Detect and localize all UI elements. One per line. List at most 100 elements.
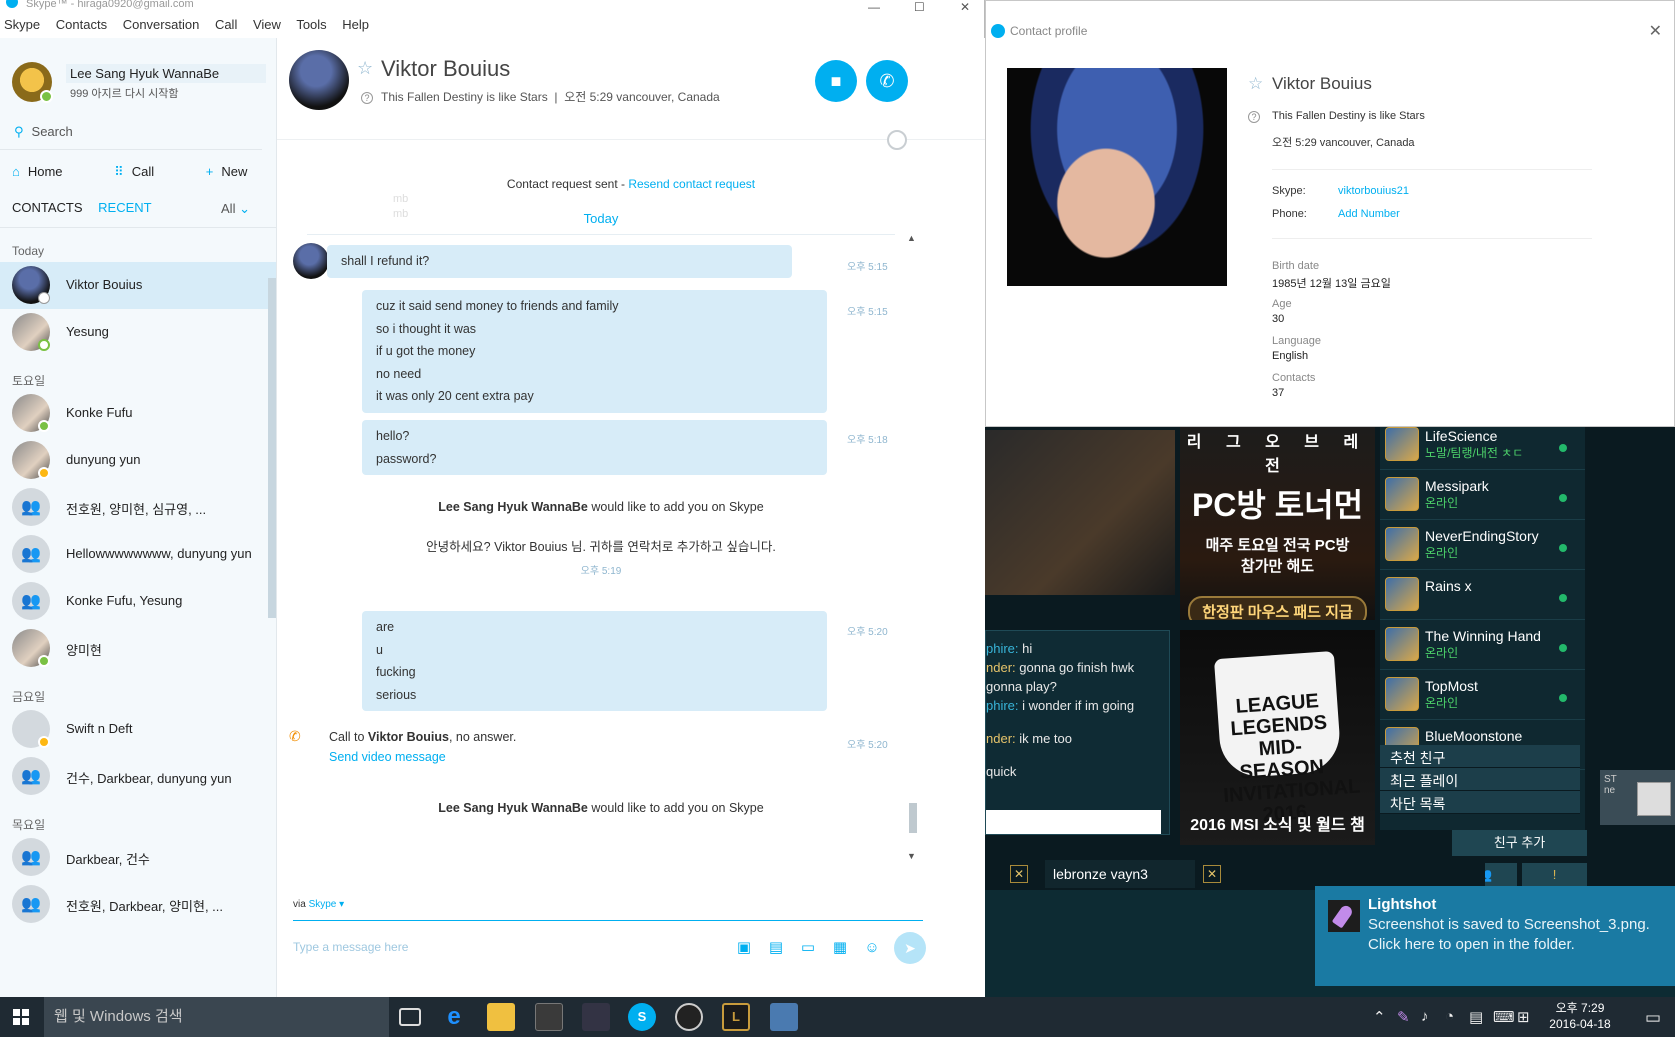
skype-name-link[interactable]: viktorbouius21 xyxy=(1338,185,1409,197)
emoticon-icon[interactable]: ☺ xyxy=(861,939,883,956)
lightshot-notification[interactable]: Lightshot Screenshot is saved to Screens… xyxy=(1315,886,1675,986)
steam-icon[interactable] xyxy=(675,1003,703,1031)
menu-item-recommended[interactable]: 추천 친구 xyxy=(1380,745,1580,768)
avatar[interactable] xyxy=(1637,782,1671,816)
scroll-down-icon[interactable]: ▼ xyxy=(907,851,916,861)
my-mood[interactable]: 999 아지르 다시 시작함 xyxy=(66,83,276,103)
search-input[interactable]: ⚲ Search xyxy=(0,110,262,150)
app-icon[interactable] xyxy=(582,1003,610,1031)
skype-taskbar-icon[interactable]: S xyxy=(628,1003,656,1031)
file-explorer-icon[interactable] xyxy=(487,1003,515,1031)
menu-call[interactable]: Call xyxy=(215,17,237,32)
message-input[interactable]: Type a message here xyxy=(293,940,408,954)
scroll-thumb[interactable] xyxy=(909,803,917,833)
ime-icon[interactable]: ⊞ xyxy=(1517,1008,1530,1026)
menu-contacts[interactable]: Contacts xyxy=(56,17,107,32)
avatar[interactable] xyxy=(289,50,349,110)
maximize-icon[interactable]: ☐ xyxy=(914,0,925,14)
pc-bang-tournament-banner[interactable]: 리 그 오 브 레 전 PC방 토너먼 매주 토요일 전국 PC방 참가만 해도… xyxy=(1180,420,1375,620)
friend-item[interactable]: LifeScience 노말/팀랭/내전 ㅊㄷ xyxy=(1380,420,1585,470)
star-icon[interactable]: ☆ xyxy=(1248,74,1263,94)
send-contact-icon[interactable]: ▦ xyxy=(829,938,851,956)
send-video-message-link[interactable]: Send video message xyxy=(329,750,446,764)
message-scrollbar[interactable]: ▲ ▼ xyxy=(907,233,917,863)
close-icon[interactable]: ✕ xyxy=(1203,865,1221,883)
recent-item[interactable]: 양미현 xyxy=(0,625,276,672)
unknown-status-icon: ? xyxy=(361,92,373,104)
recent-item[interactable]: Swift n Deft xyxy=(0,706,276,753)
close-icon[interactable]: ✕ xyxy=(1649,21,1662,41)
lightshot-tray-icon[interactable]: ✎ xyxy=(1397,1008,1410,1026)
message-bubble[interactable]: cuz it said send money to friends and fa… xyxy=(362,290,827,413)
alert-button[interactable]: ! xyxy=(1522,863,1587,887)
start-button[interactable] xyxy=(0,997,44,1037)
contact-name[interactable]: Viktor Bouius xyxy=(381,56,510,82)
action-center-icon[interactable]: ▭ xyxy=(1645,1008,1661,1028)
message-icon[interactable]: ▤ xyxy=(1469,1008,1483,1026)
recent-item[interactable]: Hellowwwwwwww, dunyung yun xyxy=(0,531,276,578)
recent-item[interactable]: 전호원, Darkbear, 양미현, ... xyxy=(0,881,276,928)
recent-item[interactable]: Darkbear, 건수 xyxy=(0,834,276,881)
tab-recent[interactable]: RECENT xyxy=(98,200,151,215)
chat-tab[interactable]: lebronze vayn3 xyxy=(1045,860,1195,888)
video-message-icon[interactable]: ▭ xyxy=(797,938,819,956)
star-icon[interactable]: ☆ xyxy=(357,58,373,79)
menu-help[interactable]: Help xyxy=(342,17,369,32)
chevron-up-icon[interactable]: ⌃ xyxy=(1373,1008,1386,1026)
menu-item-recent-play[interactable]: 최근 플레이 xyxy=(1380,768,1580,791)
edge-icon[interactable]: e xyxy=(440,1003,468,1031)
recent-item[interactable]: 전호원, 양미현, 심규영, ... xyxy=(0,484,276,531)
send-file-icon[interactable]: ▤ xyxy=(765,938,787,956)
recent-item[interactable]: 건수, Darkbear, dunyung yun xyxy=(0,753,276,800)
filter-dropdown[interactable]: All ⌄ xyxy=(221,201,250,217)
home-button[interactable]: ⌂ Home xyxy=(12,164,87,179)
add-friend-button[interactable]: 친구 추가 xyxy=(1452,830,1587,856)
game-chat-input[interactable] xyxy=(986,810,1161,834)
menu-item-block-list[interactable]: 차단 목록 xyxy=(1380,791,1580,814)
menu-view[interactable]: View xyxy=(253,17,281,32)
send-button[interactable]: ➤ xyxy=(894,932,926,964)
close-icon[interactable]: ✕ xyxy=(1010,865,1028,883)
network-icon[interactable]: ◔ xyxy=(1445,1008,1454,1025)
league-client-icon[interactable]: L xyxy=(722,1003,750,1031)
recent-item[interactable]: Konke Fufu xyxy=(0,390,276,437)
message-bubble[interactable]: shall I refund it? xyxy=(327,245,792,278)
tab-contacts[interactable]: CONTACTS xyxy=(12,200,83,215)
recent-item[interactable]: Yesung xyxy=(0,309,276,356)
message-bubble[interactable]: hello? password? xyxy=(362,420,827,475)
friend-item[interactable]: TopMost 온라인 xyxy=(1380,670,1585,720)
scroll-up-icon[interactable]: ▲ xyxy=(907,233,916,243)
menu-conversation[interactable]: Conversation xyxy=(123,17,200,32)
call-button[interactable]: ⠿ Call xyxy=(114,164,178,179)
add-number-link[interactable]: Add Number xyxy=(1338,208,1400,220)
clock[interactable]: 오후 7:29 2016-04-18 xyxy=(1540,1000,1620,1032)
new-button[interactable]: + New xyxy=(206,164,272,179)
video-call-button[interactable]: ■ xyxy=(815,60,857,102)
taskbar-search[interactable]: 웹 및 Windows 검색 xyxy=(44,997,389,1037)
volume-icon[interactable]: ♪ xyxy=(1421,1008,1429,1025)
friend-item[interactable]: Messipark 온라인 xyxy=(1380,470,1585,520)
message-bubble[interactable]: are u fucking serious xyxy=(362,611,827,711)
recent-item[interactable]: Konke Fufu, Yesung xyxy=(0,578,276,625)
minimize-icon[interactable]: — xyxy=(868,0,880,14)
menu-skype[interactable]: Skype xyxy=(4,17,40,32)
app-icon[interactable] xyxy=(770,1003,798,1031)
globe-icon[interactable] xyxy=(887,130,907,150)
friend-item[interactable]: NeverEndingStory 온라인 xyxy=(1380,520,1585,570)
menu-tools[interactable]: Tools xyxy=(296,17,326,32)
via-selector[interactable]: via Skype ▾ xyxy=(293,899,344,910)
friend-item[interactable]: The Winning Hand 온라인 xyxy=(1380,620,1585,670)
close-icon[interactable]: ✕ xyxy=(960,0,970,14)
msi-banner[interactable]: LEAGUE LEGENDS MID-SEASON INVITATIONAL 2… xyxy=(1180,630,1375,845)
my-profile[interactable]: Lee Sang Hyuk WannaBe 999 아지르 다시 시작함 xyxy=(0,38,276,110)
friend-item[interactable]: Rains x xyxy=(1380,570,1585,620)
keyboard-icon[interactable]: ⌨ xyxy=(1493,1008,1515,1026)
task-view-icon[interactable] xyxy=(399,1008,421,1026)
store-icon[interactable] xyxy=(535,1003,563,1031)
send-photo-icon[interactable]: ▣ xyxy=(733,938,755,956)
voice-call-button[interactable]: ✆ xyxy=(866,60,908,102)
recent-item[interactable]: dunyung yun xyxy=(0,437,276,484)
recent-item[interactable]: Viktor Bouius xyxy=(0,262,276,309)
sidebar-scrollbar[interactable] xyxy=(268,278,276,618)
resend-request-link[interactable]: Resend contact request xyxy=(628,177,755,191)
